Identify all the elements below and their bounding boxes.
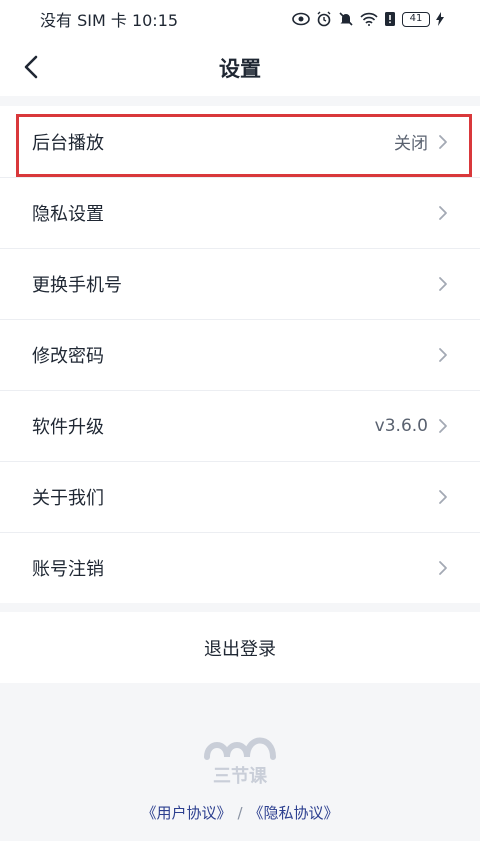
- carrier-time: 没有 SIM 卡 10:15: [40, 11, 179, 30]
- eye-icon: [292, 12, 310, 26]
- settings-list: 后台播放 关闭 隐私设置 更换手机号 修改密码 软件升级 v3.6.0 关于我们: [0, 106, 480, 603]
- charging-icon: [436, 12, 444, 26]
- user-agreement-link[interactable]: 《用户协议》: [141, 804, 231, 822]
- chevron-right-icon: [439, 276, 447, 291]
- settings-item-label: 软件升级: [32, 416, 104, 438]
- settings-item-label: 账号注销: [32, 558, 104, 580]
- version-value: v3.6.0: [374, 415, 428, 436]
- settings-item-privacy[interactable]: 隐私设置: [0, 177, 480, 248]
- settings-item-software-update[interactable]: 软件升级 v3.6.0: [0, 390, 480, 461]
- status-bar: 没有 SIM 卡 10:15 41: [0, 0, 480, 38]
- settings-item-label: 更换手机号: [32, 274, 122, 296]
- separator: /: [237, 804, 243, 822]
- privacy-agreement-link[interactable]: 《隐私协议》: [249, 804, 339, 822]
- settings-item-value: 关闭: [394, 134, 428, 154]
- chevron-right-icon: [439, 134, 447, 149]
- agreements: 《用户协议》 / 《隐私协议》: [0, 802, 480, 823]
- settings-item-delete-account[interactable]: 账号注销: [0, 532, 480, 603]
- settings-item-label: 隐私设置: [32, 203, 104, 225]
- settings-item-about-us[interactable]: 关于我们: [0, 461, 480, 532]
- page-title: 设置: [219, 57, 261, 81]
- chevron-right-icon: [439, 560, 447, 575]
- footer: 三节课 《用户协议》 / 《隐私协议》: [0, 683, 480, 841]
- settings-item-label: 关于我们: [32, 487, 104, 509]
- status-icons: 41: [292, 11, 444, 27]
- chevron-right-icon: [439, 418, 447, 433]
- sanjieke-logo: 三节课: [204, 737, 276, 785]
- settings-item-change-password[interactable]: 修改密码: [0, 319, 480, 390]
- logout-label: 退出登录: [204, 638, 276, 660]
- nav-bar: 设置: [0, 38, 480, 96]
- settings-item-label: 后台播放: [32, 132, 104, 154]
- settings-item-label: 修改密码: [32, 345, 104, 367]
- mute-icon: [339, 12, 353, 26]
- chevron-right-icon: [439, 347, 447, 362]
- logout-button[interactable]: 退出登录: [0, 612, 480, 683]
- alarm-icon: [317, 11, 331, 27]
- chevron-right-icon: [439, 489, 447, 504]
- battery-icon: 41: [402, 11, 430, 27]
- settings-item-change-phone[interactable]: 更换手机号: [0, 248, 480, 319]
- wifi-icon: [360, 12, 378, 26]
- sim-alert-icon: [385, 12, 395, 26]
- settings-item-background-play[interactable]: 后台播放 关闭: [0, 106, 480, 177]
- logo-text: 三节课: [213, 766, 268, 785]
- chevron-right-icon: [439, 205, 447, 220]
